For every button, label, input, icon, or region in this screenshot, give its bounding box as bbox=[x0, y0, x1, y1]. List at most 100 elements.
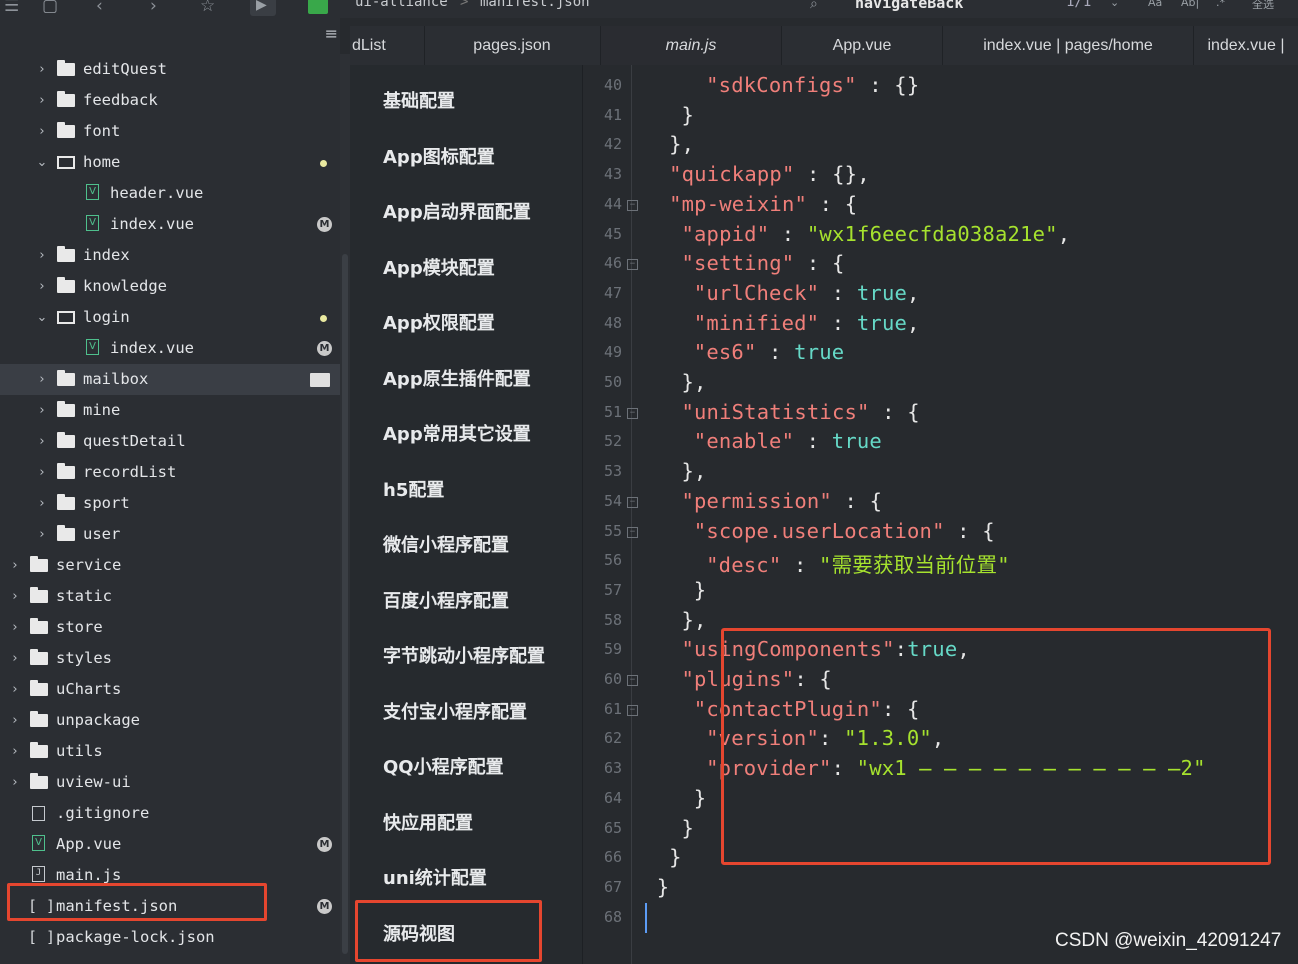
code-line[interactable]: "urlCheck" : true, bbox=[694, 281, 920, 305]
folder-ucharts[interactable]: › uCharts bbox=[0, 674, 340, 705]
code-line[interactable]: "uniStatistics" : { bbox=[681, 400, 919, 424]
code-line[interactable]: "quickapp" : {}, bbox=[669, 162, 870, 186]
code-line[interactable]: "minified" : true, bbox=[694, 311, 920, 335]
category-item[interactable]: 字节跳动小程序配置 bbox=[383, 642, 545, 668]
folder-static[interactable]: › static bbox=[0, 581, 340, 612]
chevron-right-icon[interactable]: › bbox=[8, 674, 22, 705]
folder-unpackage[interactable]: › unpackage bbox=[0, 705, 340, 736]
category-item[interactable]: 快应用配置 bbox=[383, 809, 473, 835]
folder-mailbox[interactable]: › mailbox bbox=[0, 364, 340, 395]
collapse-menu-icon[interactable]: ≡ bbox=[325, 24, 338, 43]
chevron-right-icon[interactable]: › bbox=[35, 457, 49, 488]
scrollbar-thumb[interactable] bbox=[342, 254, 348, 954]
tab-index-vue-home[interactable]: index.vue | pages/home bbox=[943, 26, 1194, 65]
code-line[interactable]: }, bbox=[681, 608, 706, 632]
code-line[interactable]: }, bbox=[681, 459, 706, 483]
code-line[interactable]: "enable" : true bbox=[694, 429, 882, 453]
folder-service[interactable]: › service bbox=[0, 550, 340, 581]
find-next-chevron-icon[interactable]: ⌄ bbox=[1110, 0, 1119, 9]
chevron-right-icon[interactable]: › bbox=[35, 488, 49, 519]
save-icon[interactable]: ▢ bbox=[42, 0, 58, 16]
chevron-right-icon[interactable]: › bbox=[8, 705, 22, 736]
chevron-right-icon[interactable]: › bbox=[35, 54, 49, 85]
chevron-right-icon[interactable]: › bbox=[35, 116, 49, 147]
tab-pages-json[interactable]: pages.json bbox=[424, 26, 601, 65]
chevron-right-icon[interactable]: › bbox=[8, 643, 22, 674]
category-item[interactable]: 支付宝小程序配置 bbox=[383, 698, 527, 724]
file-package-lock-json[interactable]: [ ] package-lock.json bbox=[0, 922, 340, 953]
folder-recordlist[interactable]: › recordList bbox=[0, 457, 340, 488]
category-item[interactable]: h5配置 bbox=[383, 476, 444, 502]
chevron-right-icon[interactable]: › bbox=[35, 364, 49, 395]
code-line[interactable]: "sdkConfigs" : {} bbox=[706, 73, 919, 97]
menu-icon[interactable]: ☰ bbox=[4, 0, 19, 16]
folder-utils[interactable]: › utils bbox=[0, 736, 340, 767]
tab-dlist[interactable]: dList bbox=[350, 26, 425, 65]
regex-toggle[interactable]: .* bbox=[1216, 0, 1225, 9]
folder-login[interactable]: ⌄ login bbox=[0, 302, 340, 333]
match-case-toggle[interactable]: Aa bbox=[1148, 0, 1162, 9]
chevron-right-icon[interactable]: › bbox=[35, 395, 49, 426]
code-line[interactable]: "setting" : { bbox=[681, 251, 844, 275]
category-item[interactable]: App权限配置 bbox=[383, 309, 495, 335]
category-item[interactable]: 基础配置 bbox=[383, 87, 455, 113]
folder-store[interactable]: › store bbox=[0, 612, 340, 643]
code-line[interactable]: }, bbox=[669, 132, 694, 156]
folder-knowledge[interactable]: › knowledge bbox=[0, 271, 340, 302]
chevron-right-icon[interactable]: › bbox=[8, 581, 22, 612]
category-item[interactable]: App启动界面配置 bbox=[383, 198, 531, 224]
chevron-right-icon[interactable]: › bbox=[8, 767, 22, 798]
file-login-index-vue[interactable]: Vindex.vue M bbox=[0, 333, 340, 364]
chevron-right-icon[interactable]: › bbox=[8, 612, 22, 643]
fold-toggle-icon[interactable]: − bbox=[627, 496, 638, 508]
category-item[interactable]: App图标配置 bbox=[383, 143, 495, 169]
code-line[interactable]: }, bbox=[681, 370, 706, 394]
code-line[interactable]: "es6" : true bbox=[694, 340, 845, 364]
fold-toggle-icon[interactable]: − bbox=[627, 526, 638, 538]
chevron-right-icon[interactable]: › bbox=[8, 550, 22, 581]
category-item[interactable]: App模块配置 bbox=[383, 254, 495, 280]
code-line[interactable]: "mp-weixin" : { bbox=[669, 192, 857, 216]
forward-arrow-icon[interactable]: › bbox=[150, 0, 157, 16]
code-line[interactable]: "scope.userLocation" : { bbox=[694, 519, 995, 543]
chevron-down-icon[interactable]: ⌄ bbox=[35, 302, 49, 333]
select-all-button[interactable]: 全选 bbox=[1252, 0, 1274, 12]
code-line[interactable]: } bbox=[681, 816, 694, 840]
chevron-down-icon[interactable]: ⌄ bbox=[35, 147, 49, 178]
file-home-index-vue[interactable]: Vindex.vue M bbox=[0, 209, 340, 240]
fold-toggle-icon[interactable]: − bbox=[627, 704, 638, 716]
category-item[interactable]: QQ小程序配置 bbox=[383, 753, 504, 779]
folder-user[interactable]: › user bbox=[0, 519, 340, 550]
folder-index[interactable]: › index bbox=[0, 240, 340, 271]
fold-toggle-icon[interactable]: − bbox=[627, 259, 638, 271]
folder-action-icon[interactable] bbox=[310, 373, 330, 387]
breadcrumb-project[interactable]: ui-alliance bbox=[355, 0, 448, 10]
chevron-right-icon[interactable]: › bbox=[35, 519, 49, 550]
folder-styles[interactable]: › styles bbox=[0, 643, 340, 674]
fold-toggle-icon[interactable]: − bbox=[627, 407, 638, 419]
folder-feedback[interactable]: › feedback bbox=[0, 85, 340, 116]
folder-sport[interactable]: › sport bbox=[0, 488, 340, 519]
back-arrow-icon[interactable]: ‹ bbox=[96, 0, 103, 16]
file-app-vue[interactable]: V App.vue M bbox=[0, 829, 340, 860]
code-line[interactable]: } bbox=[657, 875, 670, 899]
category-item[interactable]: App常用其它设置 bbox=[383, 420, 531, 446]
folder-questdetail[interactable]: › questDetail bbox=[0, 426, 340, 457]
tab-index-vue[interactable]: index.vue | bbox=[1194, 26, 1298, 65]
folder-home[interactable]: ⌄ home bbox=[0, 147, 340, 178]
folder-mine[interactable]: › mine bbox=[0, 395, 340, 426]
fold-toggle-icon[interactable]: − bbox=[627, 199, 638, 211]
find-input-value[interactable]: navigateBack bbox=[855, 0, 963, 12]
category-item[interactable]: 微信小程序配置 bbox=[383, 531, 509, 557]
file-explorer-scrollbar[interactable] bbox=[340, 54, 350, 964]
tab-app-vue[interactable]: App.vue bbox=[782, 26, 943, 65]
chevron-right-icon[interactable]: › bbox=[8, 736, 22, 767]
folder-editquest[interactable]: › editQuest bbox=[0, 54, 340, 85]
category-item[interactable]: uni统计配置 bbox=[383, 864, 487, 890]
code-line[interactable]: } bbox=[694, 578, 707, 602]
chevron-right-icon[interactable]: › bbox=[35, 85, 49, 116]
code-line[interactable]: } bbox=[669, 845, 682, 869]
code-line[interactable]: } bbox=[694, 786, 707, 810]
folder-font[interactable]: › font bbox=[0, 116, 340, 147]
chevron-right-icon[interactable]: › bbox=[35, 240, 49, 271]
